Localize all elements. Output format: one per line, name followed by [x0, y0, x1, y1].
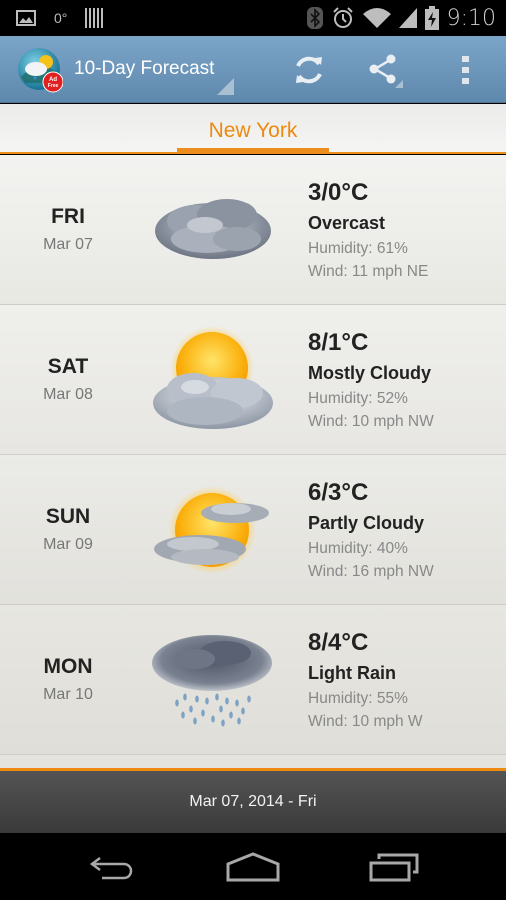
image-notification-icon [16, 10, 36, 26]
refresh-button[interactable] [287, 48, 331, 92]
day-date: Mar 07 [43, 236, 93, 253]
day-name: MON [43, 655, 93, 678]
alarm-icon [332, 7, 353, 28]
wind: Wind: 10 mph W [308, 713, 423, 730]
home-icon [226, 852, 280, 882]
tab-indicator [177, 148, 329, 154]
app-title[interactable]: 10-Day Forecast [74, 58, 214, 80]
humidity: Humidity: 52% [308, 390, 408, 407]
day-date: Mar 08 [43, 386, 93, 403]
overflow-menu-button[interactable] [444, 48, 488, 92]
battery-charging-icon [424, 6, 439, 30]
dropdown-caret-icon [217, 78, 234, 95]
temperature-notification: 0° [54, 10, 68, 26]
status-bar: 0° 9:10 [0, 0, 506, 36]
forecast-row[interactable]: SUN Mar 09 6/3°C Partly Cloudy Humidity:… [0, 455, 506, 605]
temperature: 3/0°C [308, 179, 369, 206]
day-name: SAT [47, 355, 89, 378]
back-icon [89, 857, 133, 880]
humidity: Humidity: 55% [308, 690, 408, 707]
selected-date-label: Mar 07, 2014 - Fri [189, 793, 317, 810]
home-button[interactable] [218, 845, 288, 889]
day-name: FRI [51, 205, 85, 228]
tab-new-york[interactable]: New York [0, 119, 506, 143]
location-tab-strip: New York [0, 104, 506, 154]
wind: Wind: 10 mph NW [308, 413, 434, 430]
refresh-icon [296, 56, 322, 84]
share-button[interactable] [363, 48, 407, 92]
condition: Overcast [308, 213, 386, 233]
day-date: Mar 09 [43, 536, 93, 553]
temperature: 6/3°C [308, 479, 369, 506]
selected-date-bar[interactable]: Mar 07, 2014 - Fri [0, 768, 506, 833]
humidity: Humidity: 61% [308, 240, 408, 257]
barcode-notification-icon [85, 8, 104, 28]
overflow-menu-icon [462, 56, 469, 84]
overcast-icon [155, 199, 271, 259]
humidity: Humidity: 40% [308, 540, 408, 557]
navigation-bar [0, 833, 506, 900]
day-date: Mar 10 [43, 686, 93, 703]
cell-signal-icon [398, 8, 417, 28]
forecast-row[interactable]: SAT Mar 08 8/1°C Mostly Cloudy Humidity:… [0, 305, 506, 455]
light-rain-icon [152, 635, 272, 727]
bluetooth-icon [306, 7, 323, 29]
wind: Wind: 16 mph NW [308, 563, 434, 580]
back-button[interactable] [78, 845, 148, 889]
wind: Wind: 11 mph NE [308, 263, 429, 280]
forecast-row[interactable]: MON Mar 10 8/4°C Light Rain Humidity: 55… [0, 605, 506, 755]
temperature: 8/1°C [308, 329, 369, 356]
forecast-list[interactable]: FRI Mar 07 3/0°C Overcast Humidity: 61% … [0, 155, 506, 768]
svg-text:Free: Free [48, 83, 59, 89]
partly-cloudy-icon [154, 486, 269, 574]
forecast-row[interactable]: FRI Mar 07 3/0°C Overcast Humidity: 61% … [0, 155, 506, 305]
action-bar: Ad Free 10-Day Forecast [0, 36, 506, 103]
condition: Partly Cloudy [308, 513, 425, 533]
day-name: SUN [45, 505, 91, 528]
mostly-cloudy-icon [153, 326, 273, 429]
recent-apps-button[interactable] [360, 845, 430, 889]
clock: 9:10 [446, 5, 496, 31]
condition: Light Rain [308, 663, 396, 683]
app-logo-icon[interactable]: Ad Free [17, 47, 63, 93]
recent-apps-icon [369, 853, 419, 882]
share-icon [369, 54, 403, 88]
temperature: 8/4°C [308, 629, 369, 656]
wifi-icon [362, 8, 391, 28]
condition: Mostly Cloudy [308, 363, 432, 383]
